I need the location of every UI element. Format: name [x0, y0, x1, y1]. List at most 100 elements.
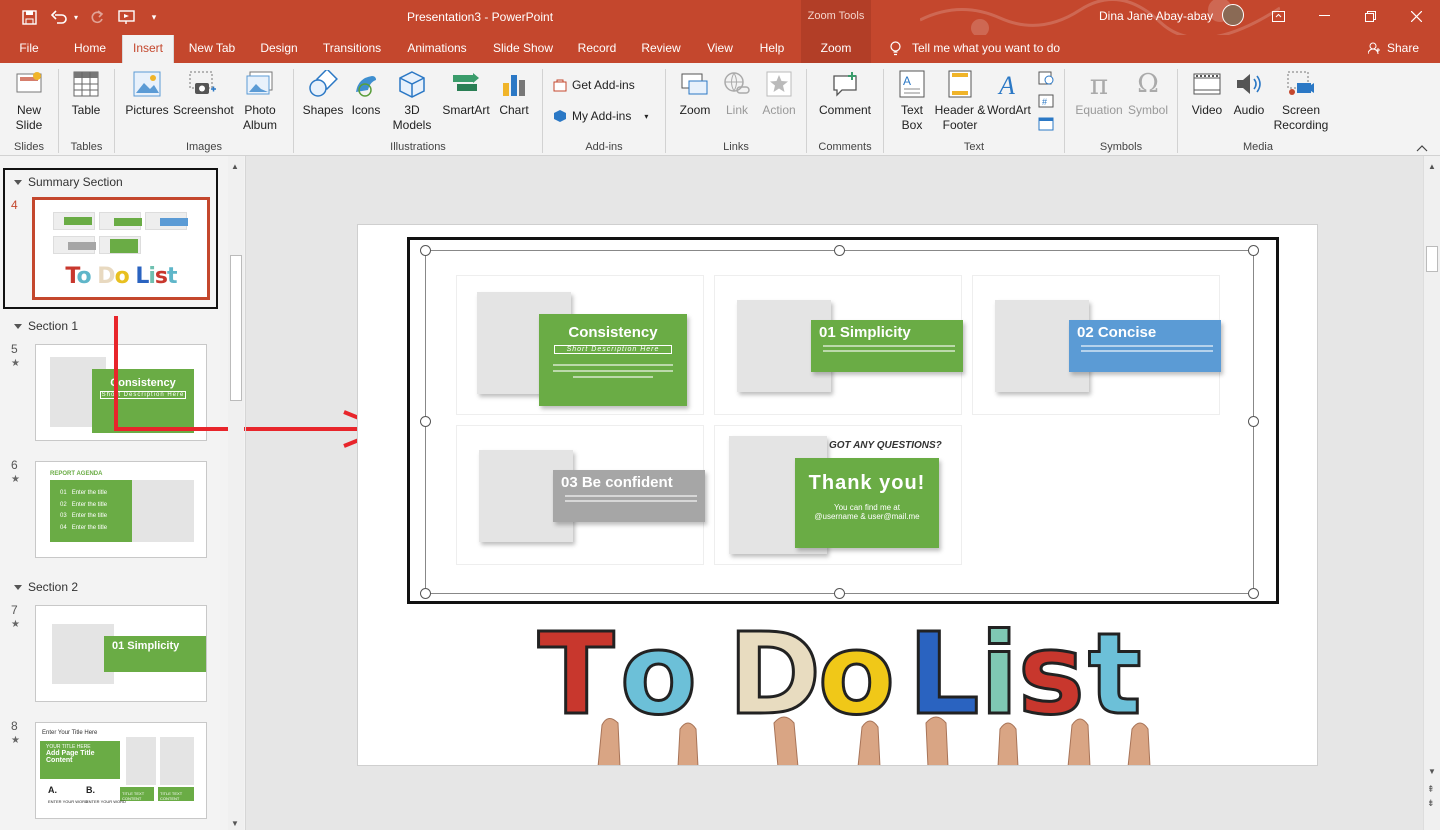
- tab-design[interactable]: Design: [252, 35, 306, 63]
- 3d-models-button[interactable]: 3D Models: [388, 69, 436, 133]
- svg-text:T: T: [538, 610, 614, 740]
- svg-text:o: o: [818, 610, 895, 740]
- tab-record[interactable]: Record: [570, 35, 624, 63]
- collapse-ribbon-icon[interactable]: [1416, 141, 1428, 155]
- section-header-2[interactable]: Section 2: [14, 580, 78, 594]
- tab-insert[interactable]: Insert: [122, 35, 174, 63]
- section-header-1[interactable]: Section 1: [14, 319, 78, 333]
- resize-handle[interactable]: [420, 245, 431, 256]
- slide-number-icon[interactable]: #: [1038, 94, 1054, 111]
- resize-handle[interactable]: [1248, 588, 1259, 599]
- cube-icon: [397, 69, 427, 99]
- my-addins-dropdown-icon[interactable]: ▾: [644, 112, 648, 121]
- user-name[interactable]: Dina Jane Abay-abay: [1099, 9, 1213, 23]
- object-icon[interactable]: [1038, 117, 1054, 134]
- screen-recording-button[interactable]: Screen Recording: [1270, 69, 1332, 133]
- share-icon[interactable]: [1366, 35, 1382, 63]
- resize-handle[interactable]: [1248, 416, 1259, 427]
- header-footer-label: Header & Footer: [934, 103, 986, 132]
- resize-handle[interactable]: [834, 588, 845, 599]
- resize-handle[interactable]: [420, 416, 431, 427]
- previous-slide-icon[interactable]: ⇞: [1427, 784, 1435, 795]
- tab-home[interactable]: Home: [62, 35, 118, 63]
- resize-handle[interactable]: [834, 245, 845, 256]
- thumbnail-scrollbar[interactable]: ▲ ▼: [228, 156, 244, 830]
- new-slide-button[interactable]: New Slide: [8, 69, 50, 133]
- scroll-up-icon[interactable]: ▲: [231, 162, 239, 171]
- get-addins-button[interactable]: Get Add-ins: [553, 78, 635, 92]
- close-icon[interactable]: [1393, 0, 1439, 32]
- tab-zoom[interactable]: Zoom: [801, 35, 871, 63]
- photo-album-button[interactable]: Photo Album: [235, 69, 285, 133]
- audio-button[interactable]: Audio: [1228, 69, 1270, 118]
- section-header-summary[interactable]: Summary Section: [14, 175, 123, 189]
- symbol-label: Symbol: [1127, 103, 1168, 117]
- scroll-up-icon[interactable]: ▲: [1428, 162, 1436, 171]
- action-button: Action: [758, 69, 800, 118]
- context-tab-group: Zoom Tools: [801, 0, 871, 35]
- text-box-button[interactable]: A Text Box: [892, 69, 932, 133]
- pictures-button[interactable]: Pictures: [123, 69, 171, 118]
- slide-canvas[interactable]: Consistency Short Description Here 01 Si…: [357, 224, 1318, 766]
- tab-help[interactable]: Help: [752, 35, 792, 63]
- scroll-thumb[interactable]: [1426, 246, 1438, 272]
- thumb7-title: 01 Simplicity: [104, 636, 206, 672]
- tab-transitions[interactable]: Transitions: [316, 35, 388, 63]
- my-addins-button[interactable]: My Add-ins ▾: [553, 109, 648, 123]
- agenda-item: 01 Enter the title: [60, 490, 108, 496]
- table-button[interactable]: Table: [65, 69, 107, 118]
- video-button[interactable]: Video: [1186, 69, 1228, 118]
- tab-animations[interactable]: Animations: [398, 35, 476, 63]
- thumbnail-slide-4[interactable]: To Do List: [32, 197, 210, 300]
- slide-number-7: 7: [11, 603, 18, 617]
- scroll-thumb[interactable]: [230, 255, 242, 401]
- ribbon-display-options-icon[interactable]: [1255, 0, 1301, 32]
- minimize-icon[interactable]: [1301, 0, 1347, 32]
- tab-file[interactable]: File: [10, 35, 48, 63]
- pi-icon: π: [1089, 67, 1109, 101]
- header-footer-button[interactable]: Header & Footer: [934, 69, 986, 133]
- tab-view[interactable]: View: [698, 35, 742, 63]
- addin-cube-icon: [554, 110, 566, 122]
- share-button[interactable]: Share: [1386, 35, 1420, 63]
- equation-button[interactable]: π Equation: [1071, 69, 1127, 118]
- zoom-button[interactable]: Zoom: [674, 69, 716, 118]
- resize-handle[interactable]: [1248, 245, 1259, 256]
- scroll-down-icon[interactable]: ▼: [1428, 767, 1436, 776]
- action-star-icon: [764, 69, 794, 99]
- group-text: A Text Box Header & Footer A WordArt # T…: [884, 63, 1064, 156]
- speaker-icon: [1234, 69, 1264, 99]
- svg-text:o: o: [620, 610, 697, 740]
- icons-button[interactable]: Icons: [346, 69, 386, 118]
- avatar[interactable]: [1222, 4, 1244, 26]
- next-slide-icon[interactable]: ⇟: [1427, 798, 1435, 809]
- slide-number-5: 5: [11, 342, 18, 356]
- tell-me-search[interactable]: Tell me what you want to do: [912, 35, 1072, 63]
- section-label-2: Section 2: [28, 580, 79, 594]
- screenshot-button[interactable]: Screenshot: [173, 69, 234, 118]
- smartart-button[interactable]: SmartArt: [438, 69, 494, 118]
- icons-label: Icons: [351, 103, 381, 117]
- thumbnail-slide-6[interactable]: REPORT AGENDA 01 Enter the title 02 Ente…: [35, 461, 207, 558]
- symbol-button[interactable]: Ω Symbol: [1125, 69, 1171, 118]
- comment-button[interactable]: Comment: [813, 69, 877, 118]
- date-time-icon[interactable]: [1038, 71, 1054, 88]
- group-label-comments: Comments: [818, 141, 872, 153]
- screen-recording-label: Screen Recording: [1273, 103, 1329, 132]
- restore-icon[interactable]: [1347, 0, 1393, 32]
- tab-slide-show[interactable]: Slide Show: [486, 35, 560, 63]
- shapes-button[interactable]: Shapes: [302, 69, 344, 118]
- tab-new-tab[interactable]: New Tab: [180, 35, 244, 63]
- wordart-button[interactable]: A WordArt: [986, 69, 1032, 118]
- tab-review[interactable]: Review: [634, 35, 688, 63]
- selection-frame[interactable]: [425, 250, 1254, 594]
- smartart-icon: [451, 69, 481, 99]
- thumbnail-slide-8[interactable]: Enter Your Title Here YOUR TITLE HERE Ad…: [35, 722, 207, 819]
- editor-scrollbar[interactable]: ▲ ▼ ⇞ ⇟: [1423, 156, 1440, 830]
- resize-handle[interactable]: [420, 588, 431, 599]
- group-images: Pictures Screenshot Photo Album Images: [115, 63, 293, 156]
- thumb8-b-label: ENTER YOUR WORD: [86, 799, 126, 804]
- chart-button[interactable]: Chart: [494, 69, 534, 118]
- thumbnail-slide-7[interactable]: 01 Simplicity: [35, 605, 207, 702]
- scroll-down-icon[interactable]: ▼: [231, 819, 239, 828]
